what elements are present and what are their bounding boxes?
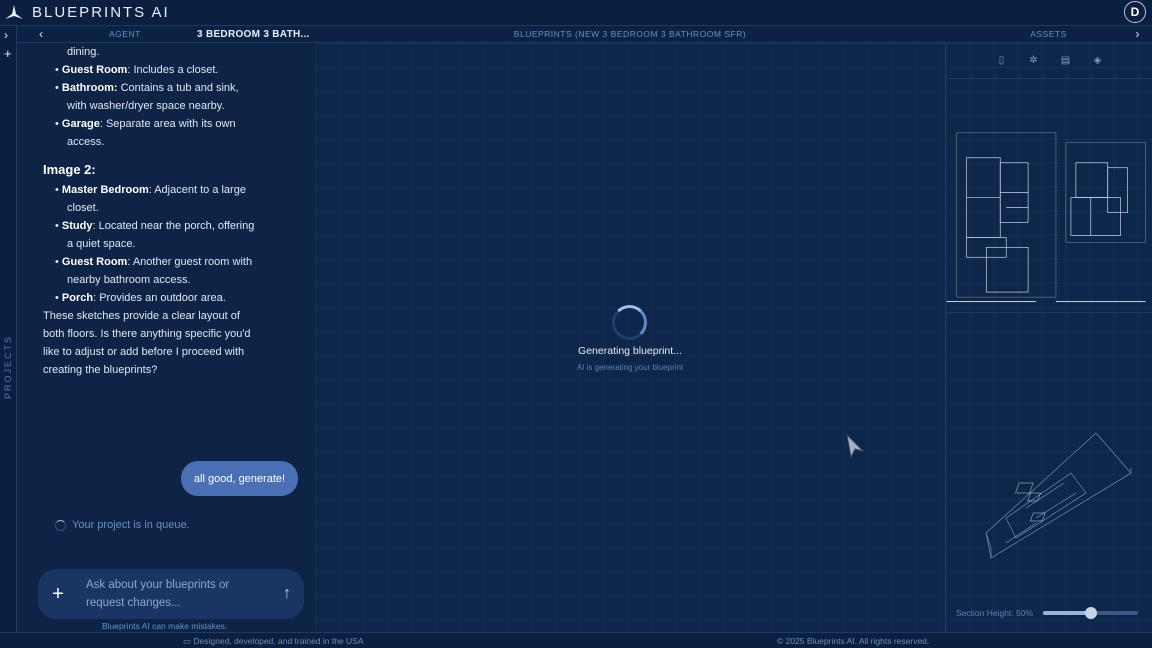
list-item: • Bathroom: Contains a tub and sink, wit… xyxy=(55,82,239,112)
loading-spinner-icon xyxy=(612,305,647,340)
generating-title: Generating blueprint... xyxy=(578,345,682,357)
3d-model-preview[interactable] xyxy=(946,423,1152,573)
plus-icon[interactable]: + xyxy=(4,46,12,61)
left-rail: › + PROJECTS xyxy=(0,26,17,632)
chat-input[interactable]: Ask about your blueprints or request cha… xyxy=(76,576,270,612)
avatar[interactable]: D xyxy=(1124,1,1146,23)
queue-status: Your project is in queue. xyxy=(55,519,190,531)
list-item: • Guest Room: Another guest room with ne… xyxy=(55,256,253,286)
list-item: dining. xyxy=(67,46,100,58)
disclaimer: Blueprints AI can make mistakes. xyxy=(102,621,228,631)
assistant-message: dining. • Guest Room: Includes a closet.… xyxy=(43,43,255,379)
queue-status-text: Your project is in queue. xyxy=(72,519,190,531)
footer-left-text: Designed, developed, and trained in the … xyxy=(193,636,364,646)
assets-panel: ▯ ✲ ▤ ◈ Section Height: 50% xyxy=(945,43,1152,632)
section-height-slider[interactable] xyxy=(1043,607,1139,619)
list-item: • Garage: Separate area with its own acc… xyxy=(55,118,236,148)
closing-text: These sketches provide a clear layout of… xyxy=(43,310,251,376)
app-name: BLUEPRINTS AI xyxy=(32,4,170,21)
cube-icon[interactable]: ◈ xyxy=(1090,53,1106,69)
floorplan-icon[interactable]: ▤ xyxy=(1058,53,1074,69)
project-title: 3 BEDROOM 3 BATH... xyxy=(197,28,310,40)
assets-label: ASSETS xyxy=(1030,29,1067,39)
top-bar: BLUEPRINTS AI D xyxy=(0,0,1152,26)
user-message-bubble: all good, generate! xyxy=(181,461,298,496)
agent-label: AGENT xyxy=(109,29,141,39)
list-item: • Master Bedroom: Adjacent to a large cl… xyxy=(55,184,246,214)
plus-icon[interactable]: + xyxy=(40,583,76,606)
generating-subtitle: AI is generating your blueprint xyxy=(576,363,684,372)
loading-spinner-icon xyxy=(55,519,66,531)
chevron-right-icon[interactable]: › xyxy=(4,28,8,42)
blueprint-workspace: Generating blueprint... AI is generating… xyxy=(315,43,945,632)
image-2-heading: Image 2: xyxy=(43,162,96,177)
blueprint-title: BLUEPRINTS (NEW 3 BEDROOM 3 BATHROOM SFR… xyxy=(513,29,747,39)
section-height-label: Section Height: 50% xyxy=(956,608,1034,618)
chat-input-box: + Ask about your blueprints or request c… xyxy=(38,569,304,619)
list-item: • Guest Room: Includes a closet. xyxy=(55,64,219,76)
projects-label[interactable]: PROJECTS xyxy=(3,335,13,399)
footer: ▭ Designed, developed, and trained in th… xyxy=(0,632,1152,648)
document-icon[interactable]: ▯ xyxy=(994,53,1010,69)
cursor-icon xyxy=(846,433,865,459)
list-item: • Porch: Provides an outdoor area. xyxy=(55,292,226,304)
logo-icon xyxy=(5,4,23,19)
gear-icon[interactable]: ✲ xyxy=(1026,53,1042,69)
logo[interactable]: BLUEPRINTS AI xyxy=(0,4,170,22)
asset-tabs: ▯ ✲ ▤ ◈ xyxy=(946,43,1152,79)
slider-handle[interactable] xyxy=(1084,607,1097,619)
agent-header: ‹ AGENT 3 BEDROOM 3 BATH... xyxy=(17,26,315,43)
floorplan-thumbnail[interactable] xyxy=(946,113,1152,313)
chat-panel: dining. • Guest Room: Includes a closet.… xyxy=(17,43,315,632)
section-height-control: Section Height: 50% xyxy=(956,607,1151,619)
flag-icon: ▭ Designed, developed, and trained in th… xyxy=(183,636,364,646)
chevron-right-icon[interactable]: › xyxy=(1136,27,1141,41)
chevron-left-icon[interactable]: ‹ xyxy=(39,27,44,41)
copyright-text: © 2025 Blueprints AI. All rights reserve… xyxy=(777,636,930,646)
assets-header: ASSETS › xyxy=(945,26,1152,43)
send-arrow-icon[interactable]: ↑ xyxy=(270,585,304,603)
blueprint-header: BLUEPRINTS (NEW 3 BEDROOM 3 BATHROOM SFR… xyxy=(315,26,945,43)
list-item: • Study: Located near the porch, offerin… xyxy=(55,220,255,250)
